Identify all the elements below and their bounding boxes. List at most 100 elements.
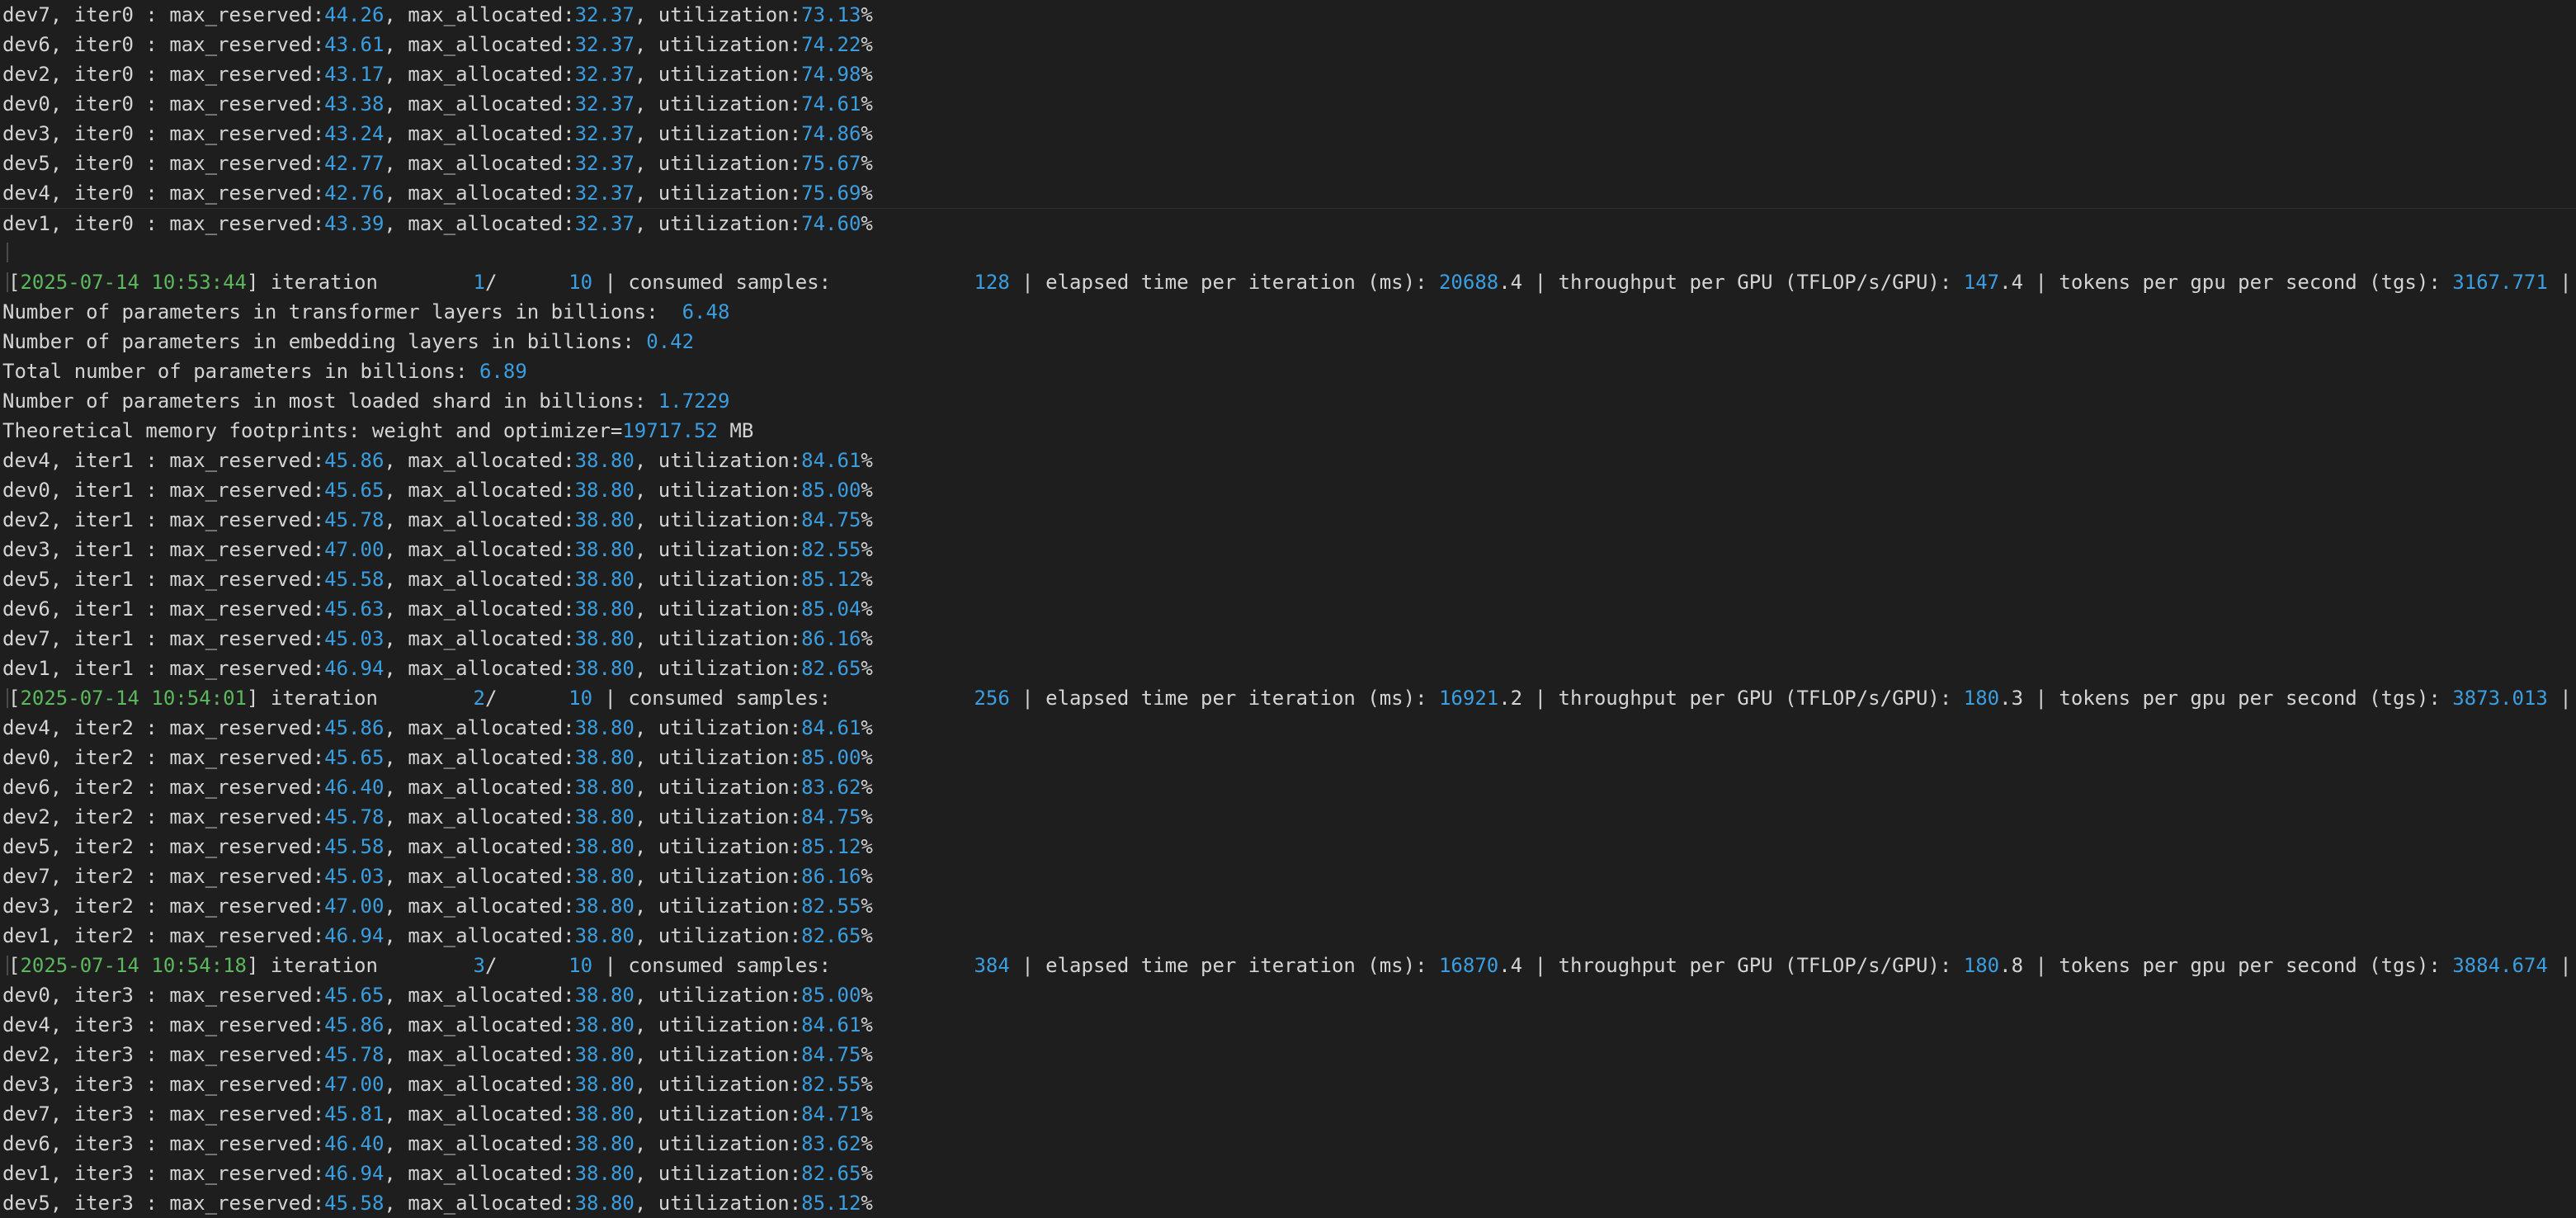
separator: , bbox=[634, 1192, 658, 1215]
device-id: dev4 bbox=[2, 1013, 50, 1036]
separator: , bbox=[634, 122, 658, 145]
percent-sign: % bbox=[861, 479, 873, 502]
separator: : bbox=[133, 805, 170, 829]
percent-sign: % bbox=[861, 865, 873, 888]
separator: , bbox=[384, 627, 408, 650]
separator: , bbox=[384, 1132, 408, 1155]
separator: : bbox=[133, 33, 170, 56]
separator: , bbox=[50, 449, 74, 472]
consumed-label: consumed samples: bbox=[628, 954, 832, 977]
device-id: dev0 bbox=[2, 984, 50, 1007]
allocated-label: max_allocated: bbox=[408, 508, 575, 531]
separator: , bbox=[384, 895, 408, 918]
allocated-label: max_allocated: bbox=[408, 776, 575, 799]
memory-log-line: dev4, iter0 : max_reserved:42.76, max_al… bbox=[0, 178, 2576, 208]
bracket: [ bbox=[8, 687, 21, 710]
iter-id: iter2 bbox=[73, 895, 134, 918]
max-reserved-value: 45.86 bbox=[324, 1013, 385, 1036]
allocated-label: max_allocated: bbox=[408, 1162, 575, 1185]
percent-sign: % bbox=[861, 152, 873, 175]
separator: : bbox=[133, 716, 170, 739]
utilization-label: utilization: bbox=[658, 1192, 802, 1215]
max-allocated-value: 32.37 bbox=[574, 152, 635, 175]
bracket: [ bbox=[8, 954, 21, 977]
terminal-output[interactable]: dev7, iter0 : max_reserved:44.26, max_al… bbox=[0, 0, 2576, 1218]
percent-sign: % bbox=[861, 1132, 873, 1155]
iter-id: iter2 bbox=[73, 865, 134, 888]
separator: , bbox=[384, 508, 408, 531]
iter-id: iter3 bbox=[73, 1013, 134, 1036]
separator: | bbox=[1009, 271, 1046, 294]
max-allocated-value: 38.80 bbox=[574, 716, 635, 739]
utilization-value: 86.16 bbox=[801, 865, 861, 888]
memory-log-line: dev6, iter3 : max_reserved:46.40, max_al… bbox=[0, 1129, 2576, 1159]
throughput-value-frac: .8 bbox=[1999, 954, 2024, 977]
separator: , bbox=[634, 1102, 658, 1126]
utilization-value: 73.13 bbox=[801, 3, 861, 26]
separator: , bbox=[634, 1162, 658, 1185]
max-allocated-value: 38.80 bbox=[574, 1132, 635, 1155]
device-id: dev7 bbox=[2, 627, 50, 650]
utilization-value: 82.65 bbox=[801, 1162, 861, 1185]
percent-sign: % bbox=[861, 122, 873, 145]
device-id: dev6 bbox=[2, 597, 50, 621]
separator: , bbox=[50, 657, 74, 680]
allocated-label: max_allocated: bbox=[408, 895, 575, 918]
elapsed-label: elapsed time per iteration (ms): bbox=[1045, 687, 1427, 710]
max-allocated-value: 38.80 bbox=[574, 657, 635, 680]
utilization-value: 75.69 bbox=[801, 182, 861, 205]
separator: : bbox=[133, 657, 170, 680]
allocated-label: max_allocated: bbox=[408, 568, 575, 591]
separator: | bbox=[2023, 954, 2059, 977]
reserved-label: max_reserved: bbox=[169, 865, 325, 888]
separator: : bbox=[133, 1192, 170, 1215]
reserved-label: max_reserved: bbox=[169, 835, 325, 858]
elapsed-value-int: 16921 bbox=[1438, 687, 1499, 710]
separator: , bbox=[384, 479, 408, 502]
allocated-label: max_allocated: bbox=[408, 805, 575, 829]
separator bbox=[1951, 687, 1963, 710]
utilization-value: 85.12 bbox=[801, 835, 861, 858]
separator: , bbox=[634, 597, 658, 621]
separator bbox=[1951, 271, 1963, 294]
separator: , bbox=[634, 1132, 658, 1155]
percent-sign: % bbox=[861, 1192, 873, 1215]
info-value: 19717.52 bbox=[622, 419, 718, 442]
max-reserved-value: 47.00 bbox=[324, 538, 385, 561]
memory-log-line: dev3, iter0 : max_reserved:43.24, max_al… bbox=[0, 119, 2576, 149]
separator bbox=[2441, 954, 2452, 977]
timestamp: 2025-07-14 10:54:18 bbox=[20, 954, 247, 977]
device-id: dev4 bbox=[2, 716, 50, 739]
max-reserved-value: 43.24 bbox=[324, 122, 385, 145]
max-allocated-value: 38.80 bbox=[574, 895, 635, 918]
iter-id: iter0 bbox=[73, 212, 134, 235]
percent-sign: % bbox=[861, 182, 873, 205]
memory-log-line: dev1, iter2 : max_reserved:46.94, max_al… bbox=[0, 921, 2576, 951]
utilization-label: utilization: bbox=[658, 805, 802, 829]
separator: : bbox=[133, 212, 170, 235]
separator: , bbox=[634, 627, 658, 650]
max-allocated-value: 32.37 bbox=[574, 122, 635, 145]
separator: , bbox=[384, 865, 408, 888]
memory-log-line: dev5, iter3 : max_reserved:45.58, max_al… bbox=[0, 1188, 2576, 1218]
consumed-samples-value: 256 bbox=[831, 687, 1010, 710]
separator: , bbox=[634, 92, 658, 116]
iteration-label: iteration bbox=[270, 271, 378, 294]
separator: | bbox=[1522, 954, 1559, 977]
utilization-label: utilization: bbox=[658, 1102, 802, 1126]
max-allocated-value: 38.80 bbox=[574, 746, 635, 769]
utilization-label: utilization: bbox=[658, 984, 802, 1007]
device-id: dev3 bbox=[2, 895, 50, 918]
max-reserved-value: 45.58 bbox=[324, 1192, 385, 1215]
reserved-label: max_reserved: bbox=[169, 3, 325, 26]
separator bbox=[1951, 954, 1963, 977]
memory-log-line: dev0, iter1 : max_reserved:45.65, max_al… bbox=[0, 475, 2576, 505]
utilization-label: utilization: bbox=[658, 1043, 802, 1066]
allocated-label: max_allocated: bbox=[408, 835, 575, 858]
separator: , bbox=[384, 1102, 408, 1126]
utilization-label: utilization: bbox=[658, 657, 802, 680]
utilization-value: 84.61 bbox=[801, 716, 861, 739]
elapsed-label: elapsed time per iteration (ms): bbox=[1045, 271, 1427, 294]
allocated-label: max_allocated: bbox=[408, 984, 575, 1007]
percent-sign: % bbox=[861, 1043, 873, 1066]
